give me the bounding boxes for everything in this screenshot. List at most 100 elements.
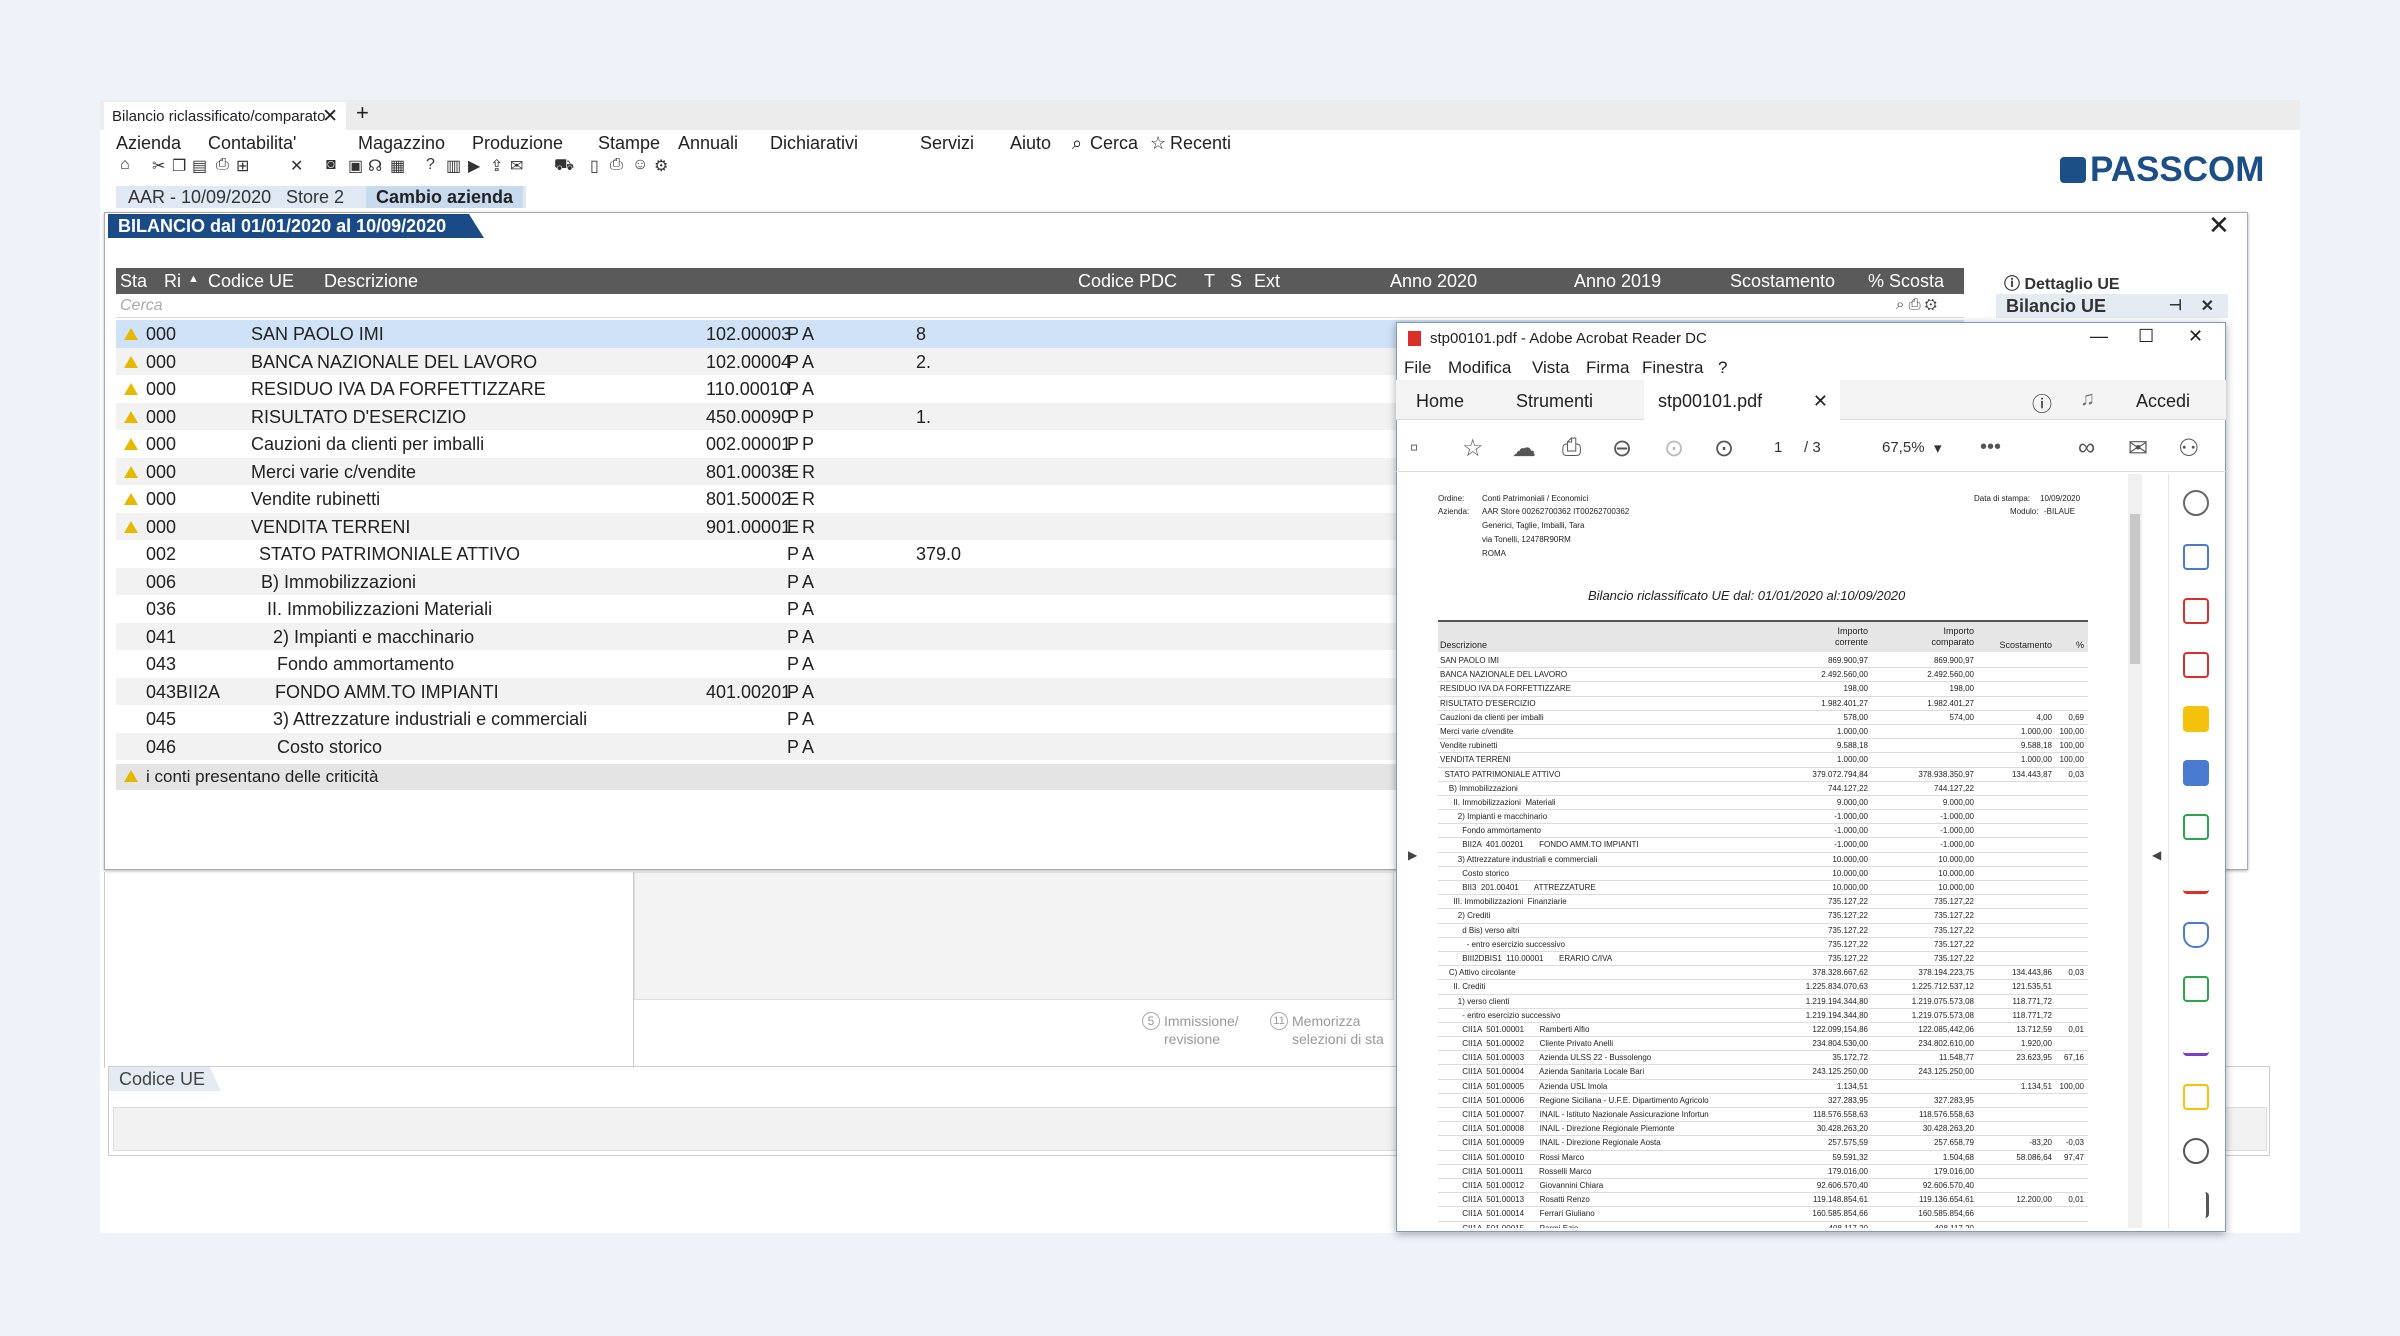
page-number-input[interactable]: 1 xyxy=(1774,439,1782,456)
pdf-scrollbar[interactable] xyxy=(2128,474,2142,1228)
calculator-icon[interactable]: ▦ xyxy=(390,156,408,176)
menu-annuali[interactable]: Annuali xyxy=(678,133,738,154)
new-tab-button[interactable]: + xyxy=(356,100,369,126)
menu-finestra[interactable]: Finestra xyxy=(1642,358,1703,378)
close-window-icon[interactable]: ✕ xyxy=(2188,326,2203,347)
accedi-button[interactable]: Accedi xyxy=(2136,391,2190,412)
compress-icon[interactable] xyxy=(2183,814,2209,840)
tab-home[interactable]: Home xyxy=(1416,391,1464,412)
menu-recenti[interactable]: Recenti xyxy=(1170,133,1231,154)
col-ri[interactable]: Ri xyxy=(160,271,181,292)
close-icon[interactable]: ✕ xyxy=(2201,296,2214,316)
zoom-select[interactable]: 67,5% xyxy=(1882,439,1925,456)
fill-sign-icon[interactable] xyxy=(2183,868,2209,894)
collapse-pane-icon[interactable] xyxy=(2183,1192,2209,1218)
grid-icon[interactable]: ▥ xyxy=(446,156,464,176)
cambio-azienda-button[interactable]: Cambio azienda xyxy=(366,186,524,208)
menu-azienda[interactable]: Azienda xyxy=(116,133,181,154)
menu-modifica[interactable]: Modifica xyxy=(1448,358,1511,378)
menu-firma[interactable]: Firma xyxy=(1586,358,1629,378)
export-icon[interactable]: ⇪ xyxy=(490,156,506,176)
col-s[interactable]: S xyxy=(1226,271,1242,292)
col-scostamento[interactable]: Scostamento xyxy=(1726,271,1835,292)
export-pdf-icon[interactable] xyxy=(2183,544,2209,570)
save-icon[interactable]: ▫ xyxy=(1410,434,1419,462)
menu-file[interactable]: File xyxy=(1404,358,1431,378)
menu-servizi[interactable]: Servizi xyxy=(920,133,974,154)
tools-icon[interactable]: ✕ xyxy=(290,156,306,176)
printer-icon[interactable]: ⎙ xyxy=(610,156,626,174)
print-icon[interactable]: ⎙ xyxy=(216,156,232,174)
pdf-page[interactable]: Ordine: Conti Patrimoniali / Economici A… xyxy=(1398,474,2130,1228)
send-for-review-icon[interactable] xyxy=(2183,1084,2209,1110)
bell-icon[interactable]: ♫ xyxy=(2080,388,2095,411)
col-anno-2020[interactable]: Anno 2020 xyxy=(1386,271,1477,292)
maximize-icon[interactable]: ☐ xyxy=(2138,326,2154,347)
menu-aiuto[interactable]: Aiuto xyxy=(1010,133,1051,154)
memorizza-selezioni-button[interactable]: 11 Memorizza selezioni di sta xyxy=(1270,1012,1400,1048)
upload-icon[interactable]: ☁ xyxy=(1512,434,1536,463)
minimize-icon[interactable]: — xyxy=(2090,326,2108,347)
sign-icon[interactable] xyxy=(2183,1030,2209,1056)
help-icon[interactable]: ⓘ xyxy=(2032,388,2052,417)
col-sta[interactable]: Sta xyxy=(116,271,147,292)
col-codice-ue[interactable]: Codice UE xyxy=(204,271,294,292)
more-icon[interactable]: ••• xyxy=(1980,436,2001,459)
menu-stampe[interactable]: Stampe xyxy=(598,133,660,154)
scrollbar-thumb[interactable] xyxy=(2130,514,2140,664)
image-icon[interactable]: ▣ xyxy=(348,156,366,176)
camera-icon[interactable]: ◙ xyxy=(326,156,339,174)
menu-vista[interactable]: Vista xyxy=(1532,358,1570,378)
users-icon[interactable]: ☺ xyxy=(632,156,651,174)
menu-cerca[interactable]: Cerca xyxy=(1090,133,1138,154)
grid-search-input[interactable]: Cerca xyxy=(116,294,1964,318)
network-icon[interactable]: ⊞ xyxy=(236,156,252,176)
chevron-down-icon[interactable]: ▾ xyxy=(1934,439,1942,457)
home-icon[interactable]: ⌂ xyxy=(120,156,133,174)
document-icon[interactable]: ▯ xyxy=(590,156,602,176)
create-pdf-icon[interactable] xyxy=(2183,652,2209,678)
col-codice-pdc[interactable]: Codice PDC xyxy=(1074,271,1177,292)
cut-icon[interactable]: ✂ xyxy=(152,156,168,176)
tab-bilancio[interactable]: Bilancio riclassificato/comparato ✕ xyxy=(104,102,346,130)
prev-page-icon[interactable]: ⊙ xyxy=(1664,434,1684,463)
print-icon[interactable]: ⎙ xyxy=(1909,296,1921,313)
scan-icon[interactable] xyxy=(2183,976,2209,1002)
menu-help[interactable]: ? xyxy=(1718,358,1727,378)
gear-icon[interactable]: ⚙ xyxy=(1925,296,1937,313)
menu-dichiarativi[interactable]: Dichiarativi xyxy=(770,133,858,154)
search-icon[interactable]: ⌕ xyxy=(1072,133,1082,154)
link-icon[interactable]: ∞ xyxy=(2078,434,2095,462)
protect-icon[interactable] xyxy=(2183,922,2209,948)
zoom-out-icon[interactable]: ⊖ xyxy=(1612,434,1632,463)
mail-icon[interactable]: ✉ xyxy=(2128,434,2148,463)
pin-icon[interactable]: ⊣ xyxy=(2169,296,2182,314)
tab-document[interactable]: stp00101.pdf ✕ xyxy=(1644,380,1840,420)
settings-icon[interactable]: ⚙ xyxy=(654,156,671,176)
organize-pages-icon[interactable] xyxy=(2183,598,2209,624)
immissione-revisione-button[interactable]: 5 Immissione/ revisione xyxy=(1142,1012,1262,1048)
col-perc-scosta[interactable]: % Scosta xyxy=(1864,271,1944,292)
col-ext[interactable]: Ext xyxy=(1250,271,1280,292)
paste-icon[interactable]: ▤ xyxy=(192,156,210,176)
cart-icon[interactable]: ⛟ xyxy=(554,156,577,176)
next-page-icon[interactable]: ⊙ xyxy=(1714,434,1734,463)
copy-icon[interactable]: ❐ xyxy=(172,156,189,176)
menu-produzione[interactable]: Produzione xyxy=(472,133,563,154)
print-icon[interactable]: ⎙ xyxy=(1562,434,1581,462)
dettaglio-ue-label[interactable]: ⓘ 2Dettaglio UE xyxy=(2004,270,2120,294)
zoom-in-icon[interactable] xyxy=(2183,490,2209,516)
expand-left-icon[interactable]: ▶ xyxy=(1408,848,1417,862)
chat-icon[interactable]: ✉ xyxy=(510,156,526,176)
combine-files-icon[interactable] xyxy=(2183,760,2209,786)
bilancio-ue-tab[interactable]: Bilancio UE ⊣ ✕ xyxy=(1996,294,2228,318)
tab-strumenti[interactable]: Strumenti xyxy=(1516,391,1593,412)
col-anno-2019[interactable]: Anno 2019 xyxy=(1570,271,1661,292)
menu-contabilita[interactable]: Contabilita' xyxy=(208,133,297,154)
close-tab-icon[interactable]: ✕ xyxy=(1813,391,1828,412)
star-icon[interactable]: ☆ xyxy=(1150,133,1166,154)
add-user-icon[interactable]: ⚇ xyxy=(2178,434,2200,463)
collapse-right-icon[interactable]: ◀ xyxy=(2152,848,2161,862)
close-dialog-icon[interactable]: ✕ xyxy=(2208,210,2230,241)
headset-icon[interactable]: ☊ xyxy=(368,156,385,176)
